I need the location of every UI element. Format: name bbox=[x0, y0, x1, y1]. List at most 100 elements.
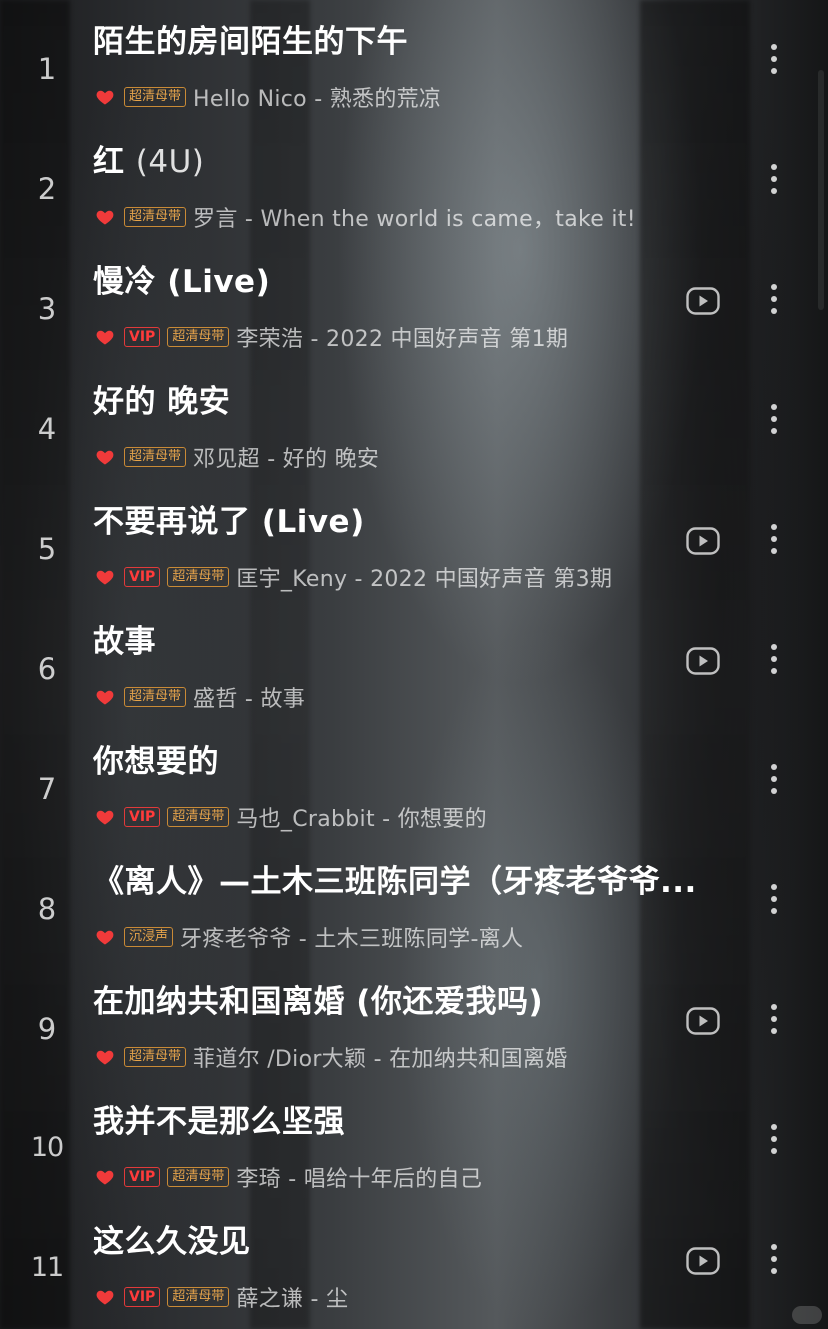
song-rank: 7 bbox=[37, 772, 57, 806]
heart-icon[interactable] bbox=[95, 927, 115, 947]
play-video-icon[interactable] bbox=[686, 1007, 720, 1035]
vip-badge: VIP bbox=[124, 567, 161, 587]
heart-icon[interactable] bbox=[95, 567, 115, 587]
heart-icon[interactable] bbox=[95, 1167, 115, 1187]
play-video-icon[interactable] bbox=[686, 1247, 720, 1275]
song-title[interactable]: 《离人》—土木三班陈同学（牙疼老爷爷... bbox=[93, 856, 743, 901]
song-row[interactable]: 2 红 (4U) 超清母带 罗言 - When the world is came，t… bbox=[0, 120, 828, 240]
song-rank: 6 bbox=[37, 652, 57, 686]
more-vertical-icon[interactable] bbox=[762, 1118, 786, 1162]
song-title-text: 你想要的 bbox=[93, 744, 219, 780]
more-vertical-icon[interactable] bbox=[762, 758, 786, 802]
song-row[interactable]: 11 这么久没见 VIP 超清母带 薛之谦 - 尘 bbox=[0, 1200, 828, 1320]
song-meta: VIP 超清母带 李荣浩 - 2022 中国好声音 第1期 bbox=[95, 322, 568, 352]
song-artist-album: 匡宇_Keny - 2022 中国好声音 第3期 bbox=[236, 567, 613, 592]
song-meta: VIP 超清母带 马也_Crabbit - 你想要的 bbox=[95, 802, 487, 832]
song-meta: 超清母带 盛哲 - 故事 bbox=[95, 682, 305, 712]
quality-badge: 超清母带 bbox=[124, 1047, 187, 1067]
song-title[interactable]: 陌生的房间陌生的下午 bbox=[93, 16, 743, 61]
quality-badge: 超清母带 bbox=[124, 447, 187, 467]
song-artist-album: Hello Nico - 熟悉的荒凉 bbox=[193, 87, 442, 112]
song-row[interactable]: 9 在加纳共和国离婚 (你还爱我吗) 超清母带 菲道尔 /Dior大颖 - 在加纳共和… bbox=[0, 960, 828, 1080]
song-title-text: 好的 晚安 bbox=[93, 384, 231, 420]
song-artist-album: 盛哲 - 故事 bbox=[193, 687, 306, 712]
song-row[interactable]: 10 我并不是那么坚强 VIP 超清母带 李琦 - 唱给十年后的自己 bbox=[0, 1080, 828, 1200]
heart-icon[interactable] bbox=[95, 327, 115, 347]
song-title-version: (4U) bbox=[135, 144, 205, 180]
song-title-text: 在加纳共和国离婚 (你还爱我吗) bbox=[93, 984, 544, 1020]
song-title-text: 我并不是那么坚强 bbox=[93, 1104, 345, 1140]
song-rank: 3 bbox=[37, 292, 57, 326]
song-meta: 沉浸声 牙疼老爷爷 - 土木三班陈同学-离人 bbox=[95, 922, 523, 952]
song-row[interactable]: 8 《离人》—土木三班陈同学（牙疼老爷爷... 沉浸声 牙疼老爷爷 - 土木三班陈同学… bbox=[0, 840, 828, 960]
quality-badge: 超清母带 bbox=[167, 327, 230, 347]
song-row[interactable]: 4 好的 晚安超清母带 邓见超 - 好的 晚安 bbox=[0, 360, 828, 480]
more-vertical-icon[interactable] bbox=[762, 1238, 786, 1282]
quality-badge: 超清母带 bbox=[167, 1167, 230, 1187]
more-vertical-icon[interactable] bbox=[762, 38, 786, 82]
song-title[interactable]: 不要再说了 (Live) bbox=[93, 496, 743, 541]
song-artist-album: 薛之谦 - 尘 bbox=[236, 1287, 349, 1312]
song-row[interactable]: 6 故事超清母带 盛哲 - 故事 bbox=[0, 600, 828, 720]
heart-icon[interactable] bbox=[95, 807, 115, 827]
more-vertical-icon[interactable] bbox=[762, 878, 786, 922]
song-artist-album: 菲道尔 /Dior大颖 - 在加纳共和国离婚 bbox=[193, 1047, 568, 1072]
song-rank: 4 bbox=[37, 412, 57, 446]
heart-icon[interactable] bbox=[95, 447, 115, 467]
song-row[interactable]: 5 不要再说了 (Live) VIP 超清母带 匡宇_Keny - 2022 中国好声音… bbox=[0, 480, 828, 600]
song-title[interactable]: 这么久没见 bbox=[93, 1216, 743, 1261]
heart-icon[interactable] bbox=[95, 687, 115, 707]
song-rank: 5 bbox=[37, 532, 57, 566]
more-vertical-icon[interactable] bbox=[762, 998, 786, 1042]
song-title[interactable]: 在加纳共和国离婚 (你还爱我吗) bbox=[93, 976, 743, 1021]
song-rank: 10 bbox=[30, 1132, 64, 1163]
song-rank: 2 bbox=[37, 172, 57, 206]
song-artist-album: 牙疼老爷爷 - 土木三班陈同学-离人 bbox=[180, 927, 524, 952]
song-artist-album: 邓见超 - 好的 晚安 bbox=[193, 447, 380, 472]
song-row[interactable]: 1 陌生的房间陌生的下午超清母带 Hello Nico - 熟悉的荒凉 bbox=[0, 0, 828, 120]
song-rank: 8 bbox=[37, 892, 57, 926]
heart-icon[interactable] bbox=[95, 1047, 115, 1067]
watermark-badge bbox=[792, 1306, 822, 1324]
song-title[interactable]: 故事 bbox=[93, 616, 743, 661]
song-rank: 11 bbox=[30, 1252, 64, 1283]
song-title[interactable]: 我并不是那么坚强 bbox=[93, 1096, 743, 1141]
song-title[interactable]: 红 (4U) bbox=[93, 136, 743, 181]
song-title-text: 红 bbox=[93, 144, 125, 180]
song-meta: VIP 超清母带 李琦 - 唱给十年后的自己 bbox=[95, 1162, 482, 1192]
more-vertical-icon[interactable] bbox=[762, 278, 786, 322]
song-meta: 超清母带 菲道尔 /Dior大颖 - 在加纳共和国离婚 bbox=[95, 1042, 568, 1072]
heart-icon[interactable] bbox=[95, 87, 115, 107]
song-meta: 超清母带 Hello Nico - 熟悉的荒凉 bbox=[95, 82, 441, 112]
song-title-text: 这么久没见 bbox=[93, 1224, 251, 1260]
heart-icon[interactable] bbox=[95, 1287, 115, 1307]
song-row[interactable]: 7 你想要的 VIP 超清母带 马也_Crabbit - 你想要的 bbox=[0, 720, 828, 840]
quality-badge: 超清母带 bbox=[124, 207, 187, 227]
more-vertical-icon[interactable] bbox=[762, 638, 786, 682]
song-title-text: 陌生的房间陌生的下午 bbox=[93, 24, 408, 60]
song-title-text: 故事 bbox=[93, 624, 156, 660]
song-title-text: 《离人》—土木三班陈同学（牙疼老爷爷... bbox=[93, 864, 697, 900]
quality-badge: 沉浸声 bbox=[124, 927, 174, 947]
song-artist-album: 罗言 - When the world is came，take it! bbox=[193, 207, 636, 232]
song-rank: 1 bbox=[37, 52, 57, 86]
play-video-icon[interactable] bbox=[686, 527, 720, 555]
quality-badge: 超清母带 bbox=[167, 807, 230, 827]
song-row[interactable]: 3 慢冷 (Live) VIP 超清母带 李荣浩 - 2022 中国好声音 第1期 bbox=[0, 240, 828, 360]
song-artist-album: 马也_Crabbit - 你想要的 bbox=[236, 807, 487, 832]
more-vertical-icon[interactable] bbox=[762, 398, 786, 442]
more-vertical-icon[interactable] bbox=[762, 518, 786, 562]
heart-icon[interactable] bbox=[95, 207, 115, 227]
quality-badge: 超清母带 bbox=[167, 567, 230, 587]
song-title[interactable]: 慢冷 (Live) bbox=[93, 256, 743, 301]
play-video-icon[interactable] bbox=[686, 287, 720, 315]
more-vertical-icon[interactable] bbox=[762, 158, 786, 202]
quality-badge: 超清母带 bbox=[124, 87, 187, 107]
song-meta: 超清母带 罗言 - When the world is came，take it! bbox=[95, 202, 636, 232]
song-artist-album: 李荣浩 - 2022 中国好声音 第1期 bbox=[236, 327, 569, 352]
song-title-text: 不要再说了 (Live) bbox=[93, 504, 365, 540]
play-video-icon[interactable] bbox=[686, 647, 720, 675]
song-title[interactable]: 好的 晚安 bbox=[93, 376, 743, 421]
quality-badge: 超清母带 bbox=[124, 687, 187, 707]
song-title[interactable]: 你想要的 bbox=[93, 736, 743, 781]
